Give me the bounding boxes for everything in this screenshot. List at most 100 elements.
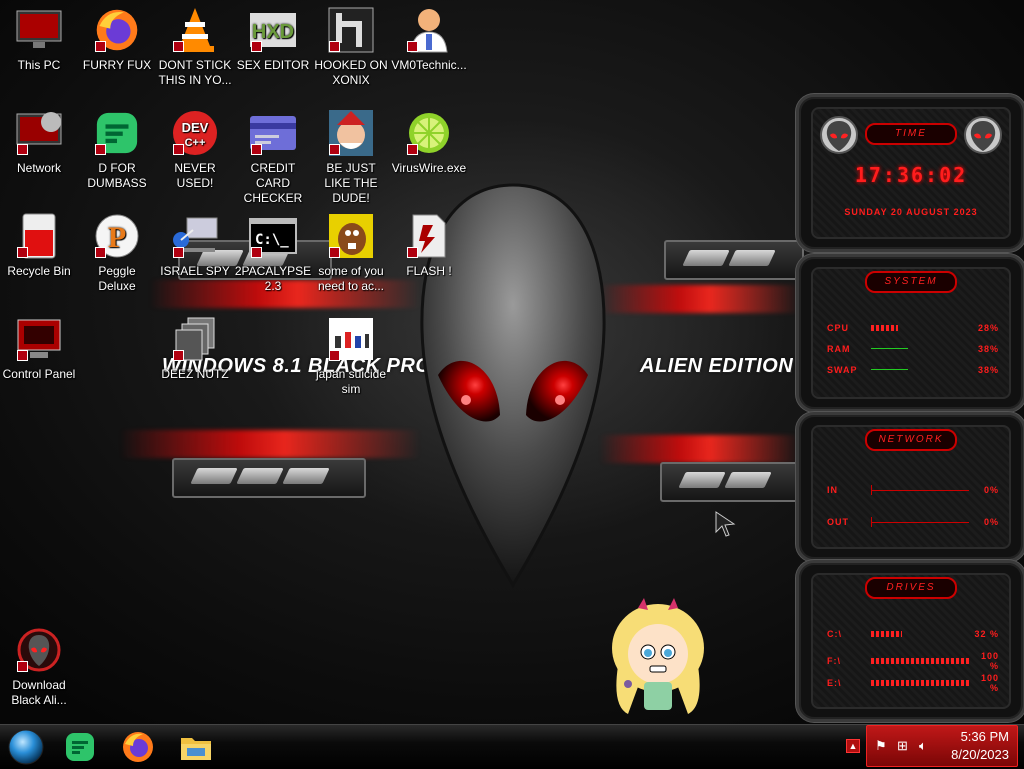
- drives-meter: [871, 629, 969, 639]
- network-row-label: OUT: [827, 517, 849, 527]
- desktop-icon[interactable]: some of you need to ac...: [312, 206, 390, 294]
- desktop-icon[interactable]: P Peggle Deluxe: [78, 206, 156, 294]
- network-gadget[interactable]: NETWORK IN 0% OUT 0%: [796, 412, 1024, 562]
- volume-icon[interactable]: 🔈︎: [919, 738, 927, 754]
- shortcut-badge-icon: [251, 41, 262, 52]
- system-row-label: CPU: [827, 323, 850, 333]
- desktop-icon-label: Control Panel: [2, 367, 76, 381]
- desktop-icon[interactable]: ISRAEL SPY: [156, 206, 234, 279]
- drives-meter: [871, 678, 969, 688]
- taskbar-clock[interactable]: 5:36 PM: [961, 729, 1009, 744]
- network-gadget-title: NETWORK: [865, 429, 957, 451]
- windows-stack-icon: [171, 315, 219, 363]
- system-row: SWAP 38%: [827, 365, 999, 375]
- xonix-game-icon: [327, 6, 375, 54]
- mouse-cursor: [715, 511, 736, 537]
- taskbar-firefox[interactable]: [118, 729, 158, 765]
- svg-text:P: P: [108, 221, 126, 254]
- shortcut-badge-icon: [95, 247, 106, 258]
- drives-row-label: E:\: [827, 678, 842, 688]
- shortcut-badge-icon: [173, 41, 184, 52]
- svg-text:C:\_: C:\_: [255, 232, 289, 248]
- console-icon: C:\_: [249, 212, 297, 260]
- desktop-icon[interactable]: VM0Technic...: [390, 0, 468, 73]
- network-row: IN 0%: [827, 485, 999, 495]
- system-meter: [871, 344, 969, 354]
- taskbar-green-chat[interactable]: [60, 729, 100, 765]
- system-tray[interactable]: ⚑ ⊞ 🔈︎ 5:36 PM 8/20/2023: [866, 725, 1018, 767]
- desktop-icon[interactable]: HOOKED ON XONIX: [312, 0, 390, 88]
- system-gadget-title: SYSTEM: [865, 271, 957, 293]
- start-button[interactable]: [6, 729, 46, 765]
- show-hidden-icons-button[interactable]: ▲: [846, 739, 860, 753]
- technician-icon: [405, 6, 453, 54]
- desktop-icon[interactable]: FLASH !: [390, 206, 468, 279]
- desktop-icon-label: Peggle Deluxe: [98, 264, 136, 293]
- system-gadget[interactable]: SYSTEM CPU 28% RAM 38% SWAP 38%: [796, 254, 1024, 412]
- drives-row: C:\ 32 %: [827, 629, 999, 639]
- desktop-icon-label: BE JUST LIKE THE DUDE!: [324, 161, 378, 205]
- desktop-icon-label: VirusWire.exe: [391, 161, 467, 175]
- desktop-icon[interactable]: Download Black Ali...: [0, 620, 78, 708]
- network-meter: [871, 485, 969, 495]
- desktop-icon[interactable]: Network: [0, 103, 78, 176]
- desktop-icon[interactable]: C:\_ 2PACALYPSE 2.3: [234, 206, 312, 294]
- desktop-icon[interactable]: D FOR DUMBASS: [78, 103, 156, 191]
- network-meter: [871, 517, 969, 527]
- drives-row-value: 32 %: [974, 629, 999, 639]
- desktop-icon[interactable]: This PC: [0, 0, 78, 73]
- alien-logo-icon: [820, 116, 858, 154]
- alien-download-icon: [15, 626, 63, 674]
- desktop-icon-label: SEX EDITOR: [236, 58, 310, 72]
- time-gadget[interactable]: TIME 17:36:02 SUNDAY 20 AUGUST 2023: [796, 94, 1024, 252]
- shortcut-badge-icon: [407, 144, 418, 155]
- folder-icon: [181, 738, 211, 760]
- firefox-icon: [93, 6, 141, 54]
- flash-icon: [405, 212, 453, 260]
- drives-row: E:\ 100 %: [827, 673, 999, 693]
- drives-row-label: F:\: [827, 656, 841, 666]
- desktop-icon-label: CREDIT CARD CHECKER: [243, 161, 303, 205]
- metal-bar: [660, 462, 804, 502]
- desktop-icon-label: This PC: [17, 58, 61, 72]
- desktop-icon-label: D FOR DUMBASS: [87, 161, 147, 190]
- action-center-flag-icon[interactable]: ⚑: [875, 738, 887, 754]
- desktop-icon[interactable]: DEEZ NUTZ: [156, 309, 234, 382]
- desktop-icon[interactable]: DONT STICK THIS IN YO...: [156, 0, 234, 88]
- taskbar-date[interactable]: 8/20/2023: [951, 747, 1009, 762]
- desktop-icon[interactable]: Control Panel: [0, 309, 78, 382]
- shortcut-badge-icon: [329, 41, 340, 52]
- desktop-icon-label: FLASH !: [406, 264, 452, 278]
- desktop-icon[interactable]: FURRY FUX: [78, 0, 156, 73]
- desktop-icon[interactable]: DEV C++ NEVER USED!: [156, 103, 234, 191]
- desktop-icon-label: HOOKED ON XONIX: [314, 58, 388, 87]
- network-row: OUT 0%: [827, 517, 999, 527]
- firefox-icon: [123, 732, 153, 762]
- desktop-icon[interactable]: japan suicide sim: [312, 309, 390, 397]
- desktop-icon[interactable]: Recycle Bin: [0, 206, 78, 279]
- desktop-icon[interactable]: CREDIT CARD CHECKER: [234, 103, 312, 206]
- time-gadget-title: TIME: [865, 123, 957, 145]
- desktop-icon[interactable]: HXD SEX EDITOR: [234, 0, 312, 73]
- desktop-icon-label: Network: [16, 161, 61, 175]
- taskbar-file-explorer[interactable]: [176, 729, 216, 765]
- shortcut-badge-icon: [173, 144, 184, 155]
- svg-text:HXD: HXD: [252, 21, 294, 43]
- desktop-icon[interactable]: VirusWire.exe: [390, 103, 468, 176]
- network-status-icon[interactable]: ⊞: [897, 738, 908, 754]
- desktop-icon[interactable]: BE JUST LIKE THE DUDE!: [312, 103, 390, 206]
- desktop-icon-label: FURRY FUX: [82, 58, 152, 72]
- network-row-value: 0%: [983, 485, 999, 495]
- shortcut-badge-icon: [251, 144, 262, 155]
- gadget-date: SUNDAY 20 AUGUST 2023: [844, 207, 978, 217]
- desktop-icon-label: Recycle Bin: [7, 264, 71, 278]
- network-row-label: IN: [827, 485, 838, 495]
- shortcut-badge-icon: [329, 350, 340, 361]
- metal-bar: [664, 240, 804, 280]
- desktop-icon-label: VM0Technic...: [391, 58, 467, 72]
- drives-gadget[interactable]: DRIVES C:\ 32 % F:\ 100 % E:\ 100 %: [796, 560, 1024, 722]
- taskbar: ▲ ⚑ ⊞ 🔈︎ 5:36 PM 8/20/2023: [0, 724, 1024, 769]
- system-row-value: 38%: [977, 365, 999, 375]
- desktop[interactable]: WINDOWS 8.1 BLACK PRO ALIEN EDITION 20 T…: [0, 0, 1024, 724]
- drives-row-value: 100 %: [980, 651, 999, 671]
